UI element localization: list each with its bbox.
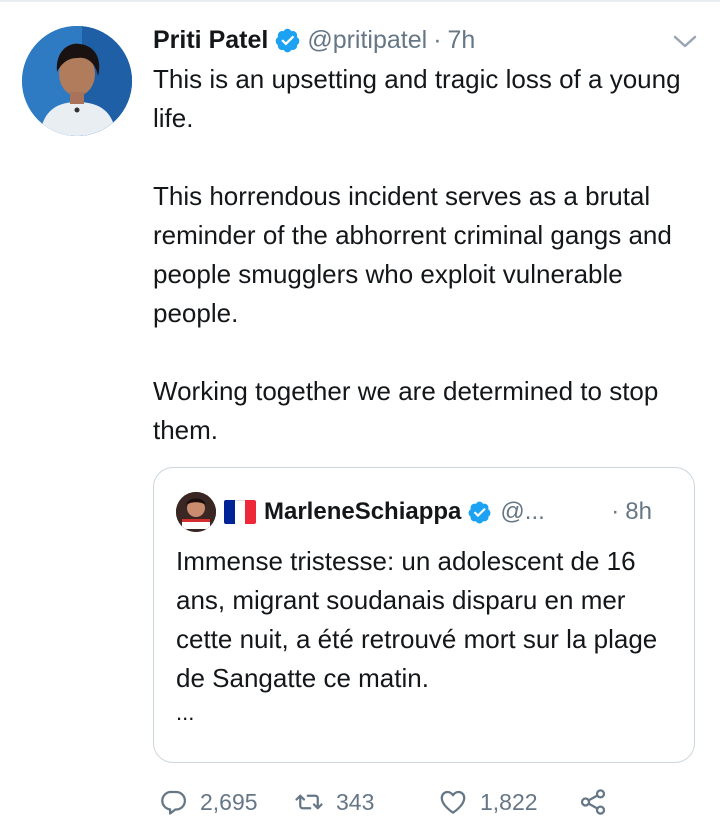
top-divider [0,0,720,2]
quoted-tweet-header: MarleneSchiappa @... · 8h [176,492,676,532]
quoted-author-name: MarleneSchiappa [264,498,462,525]
reply-count: 2,695 [200,788,258,815]
separator-dot: · [433,25,442,54]
reply-icon [161,790,186,815]
verified-badge-icon [468,501,491,523]
quoted-tweet-card[interactable]: MarleneSchiappa @... · 8h Immense triste… [153,467,695,763]
like-icon [440,790,466,814]
quoted-tweet-paragraph: Immense tristesse: un adolescent de 16 a… [176,546,658,693]
separator-dot: · [611,498,620,525]
tweet-timestamp[interactable]: 7h [448,26,476,55]
quoted-tweet-ellipsis: ... [176,700,195,725]
verified-badge-icon [276,28,300,52]
retweet-button[interactable]: 343 [294,786,374,818]
retweet-count: 343 [336,788,375,815]
share-icon [580,789,606,815]
quoted-tweet-text: Immense tristesse: un adolescent de 16 a… [176,542,676,728]
tweet-paragraph: This horrendous incident serves as a bru… [153,181,672,328]
french-flag-icon [224,500,256,524]
retweet-icon [295,794,323,810]
chevron-down-icon[interactable] [672,34,698,50]
quoted-author-handle: @... [500,498,545,525]
tweet-actions-bar: 2,695 343 1,822 [154,780,714,824]
share-button[interactable] [578,786,608,818]
tweet-header: Priti Patel @pritipatel · 7h [153,20,475,60]
tweet-text: This is an upsetting and tragic loss of … [153,60,713,450]
quoted-tweet-timestamp: 8h [625,498,652,525]
tweet-paragraph: Working together we are determined to st… [153,376,659,445]
author-avatar[interactable] [22,26,132,136]
like-count: 1,822 [480,788,538,815]
author-name[interactable]: Priti Patel [153,26,268,55]
author-handle[interactable]: @pritipatel [307,26,427,55]
quoted-author-avatar [176,492,216,532]
like-button[interactable]: 1,822 [438,786,538,818]
reply-button[interactable]: 2,695 [158,786,258,818]
tweet-paragraph: This is an upsetting and tragic loss of … [153,64,681,133]
